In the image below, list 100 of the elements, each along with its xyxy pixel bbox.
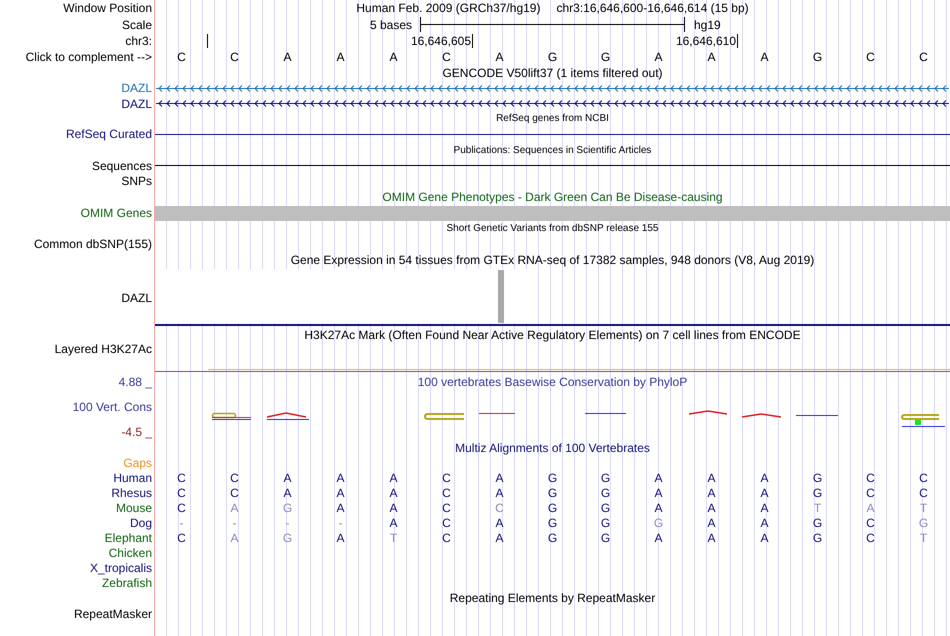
track-title: Multiz Alignments of 100 Vertebrates <box>455 441 650 455</box>
conservation-mark <box>478 413 516 414</box>
base-letter[interactable]: A <box>336 50 344 64</box>
species-label[interactable]: Human <box>113 470 152 484</box>
base-letter: A <box>336 470 344 484</box>
base-letter: A <box>760 530 768 544</box>
base-letter[interactable]: G <box>548 50 558 64</box>
conservation-mark <box>212 412 252 420</box>
base-letter: G <box>548 470 558 484</box>
complement-toggle[interactable]: Click to complement --> <box>26 50 152 64</box>
base-letter: A <box>495 530 504 544</box>
base-letter: A <box>760 470 768 484</box>
track-label[interactable]: 100 Vert. Cons <box>72 398 152 416</box>
species-label[interactable]: Zebrafish <box>102 576 152 590</box>
base-letter: C <box>442 486 451 500</box>
base-letter[interactable]: C <box>230 50 239 64</box>
base-letter: A <box>230 500 238 514</box>
base-letter[interactable]: C <box>442 50 451 64</box>
gene-feature[interactable] <box>155 99 950 108</box>
base-letter: A <box>866 500 874 514</box>
base-letter: C <box>230 470 239 484</box>
base-letter: A <box>389 486 398 500</box>
gene-feature-bar[interactable] <box>155 206 950 220</box>
base-letter[interactable]: G <box>812 50 822 64</box>
species-label[interactable]: Elephant <box>104 530 152 544</box>
base-letter: A <box>654 470 662 484</box>
base-letter: C <box>442 516 451 530</box>
base-letter: A <box>336 530 344 544</box>
position-range: chr3:16,646,600-16,646,614 (15 bp) <box>556 1 749 15</box>
track-label[interactable]: Common dbSNP(155) <box>34 236 152 250</box>
track-label[interactable]: DAZL <box>121 96 152 110</box>
base-letter[interactable]: C <box>919 50 928 64</box>
base-letter[interactable]: A <box>654 50 662 64</box>
sequence-match-line[interactable] <box>155 165 950 166</box>
base-letter: A <box>654 486 662 500</box>
track-label[interactable]: RepeatMasker <box>74 606 152 620</box>
base-letter: A <box>389 500 398 514</box>
track-title: Gene Expression in 54 tissues from GTEx RNA-seq of 17382 samples, 948 donors (V8, Aug 2019) <box>290 253 814 267</box>
coordinate-label: 16,646,610 <box>676 34 736 48</box>
base-letter: - <box>338 516 342 530</box>
base-letter: G <box>600 486 610 500</box>
track-label[interactable]: SNPs <box>121 174 152 188</box>
conservation-mark <box>901 414 946 427</box>
conservation-mark <box>796 415 838 416</box>
base-letter: C <box>177 486 186 500</box>
base-letter: A <box>707 486 716 500</box>
base-letter[interactable]: A <box>495 50 504 64</box>
base-letter[interactable]: A <box>283 50 292 64</box>
conservation-mark <box>742 413 782 418</box>
base-letter: A <box>495 470 504 484</box>
chromosome-label: chr3: <box>125 34 152 48</box>
base-letter: G <box>654 516 664 530</box>
base-letter[interactable]: A <box>389 50 398 64</box>
base-letter: T <box>390 530 398 544</box>
track-label[interactable]: OMIM Genes <box>80 206 152 220</box>
base-letter: A <box>707 470 716 484</box>
species-label[interactable]: Rhesus <box>111 486 152 500</box>
ruler-tick <box>207 34 208 48</box>
base-letter[interactable]: A <box>760 50 768 64</box>
species-label[interactable]: Dog <box>130 516 152 530</box>
base-letter: A <box>230 530 238 544</box>
species-label[interactable]: X_tropicalis <box>90 560 152 574</box>
scale-label: Scale <box>122 18 152 32</box>
base-letter: G <box>548 500 558 514</box>
window-position-label: Window Position <box>63 1 152 15</box>
base-letter: C <box>442 500 451 514</box>
base-letter: A <box>654 530 662 544</box>
track-title: Publications: Sequences in Scientific Articles <box>454 144 652 156</box>
coordinate-label: 16,646,605 <box>410 34 471 48</box>
base-letter: C <box>177 500 186 514</box>
axis-min-label: -4.5 _ <box>121 424 152 441</box>
base-letter: A <box>760 516 768 530</box>
base-letter: A <box>654 500 662 514</box>
base-letter: G <box>918 516 928 530</box>
base-letter[interactable]: A <box>707 50 716 64</box>
track-label[interactable]: RefSeq Curated <box>66 127 152 141</box>
base-letter: G <box>812 486 822 500</box>
species-label[interactable]: Mouse <box>116 500 152 514</box>
track-label[interactable]: DAZL <box>121 81 152 95</box>
track-label[interactable]: Layered H3K27Ac <box>54 342 152 356</box>
base-letter: A <box>495 516 504 530</box>
track-label[interactable]: Sequences <box>92 158 152 172</box>
base-letter: G <box>282 500 292 514</box>
axis-max-label: 4.88 _ <box>118 374 152 391</box>
base-letter: G <box>812 530 822 544</box>
track-label[interactable]: DAZL <box>121 291 152 305</box>
base-letter: C <box>442 530 451 544</box>
species-label[interactable]: Chicken <box>108 546 152 560</box>
base-letter: - <box>180 516 184 530</box>
conservation-mark <box>584 413 626 414</box>
ruler-tick <box>737 34 738 48</box>
base-letter: A <box>336 500 344 514</box>
base-letter[interactable]: C <box>866 50 875 64</box>
base-letter: G <box>282 530 292 544</box>
base-letter[interactable]: C <box>177 50 186 64</box>
conservation-mark <box>688 410 728 415</box>
base-letter[interactable]: G <box>600 50 610 64</box>
base-letter: T <box>814 500 822 514</box>
expression-bar[interactable] <box>498 270 504 323</box>
base-letter: A <box>283 486 292 500</box>
